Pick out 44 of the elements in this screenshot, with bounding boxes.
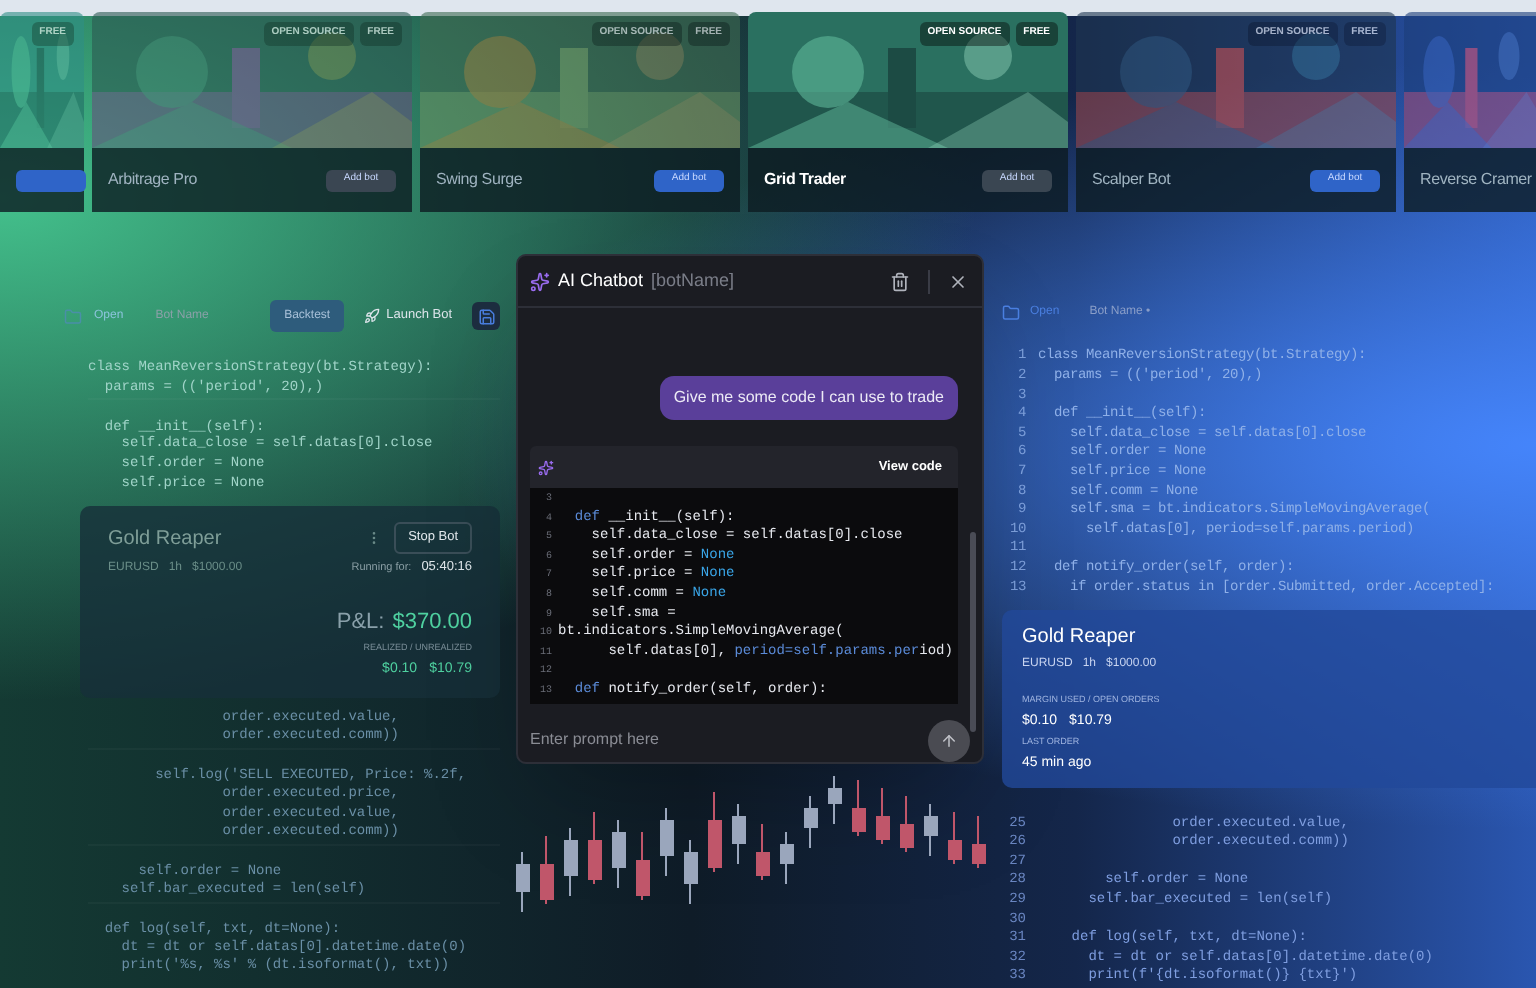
rocket-icon bbox=[364, 308, 381, 324]
candle bbox=[588, 811, 602, 885]
chatbot-title: AI Chatbot bbox=[558, 267, 644, 294]
candle bbox=[756, 823, 770, 881]
candle bbox=[564, 827, 578, 897]
candle bbox=[852, 779, 866, 837]
card-title: Grid Trader bbox=[764, 168, 846, 192]
delete-button[interactable] bbox=[888, 269, 912, 293]
candle bbox=[660, 807, 674, 877]
pnl-value: $370.00 bbox=[392, 607, 472, 638]
pnl-label: P&L: bbox=[336, 607, 385, 638]
card-title: Swing Surge bbox=[436, 168, 523, 192]
candle bbox=[804, 795, 818, 849]
candle bbox=[732, 803, 746, 865]
candle bbox=[516, 851, 530, 913]
candle bbox=[972, 815, 986, 869]
trash-icon bbox=[890, 271, 910, 291]
bot-title: Gold Reaper bbox=[108, 525, 222, 554]
candle bbox=[948, 811, 962, 865]
bot-name-label: [botName] bbox=[651, 267, 735, 294]
card-title: Arbitrage Pro bbox=[108, 168, 198, 192]
folder-icon bbox=[64, 307, 82, 325]
candle bbox=[876, 787, 890, 845]
card-title: Reverse Cramer bbox=[1420, 168, 1532, 192]
sparkle-icon bbox=[530, 271, 550, 291]
candle bbox=[684, 839, 698, 905]
candle bbox=[540, 835, 554, 905]
card-title: Scalper Bot bbox=[1092, 168, 1171, 192]
sparkle-icon bbox=[538, 459, 554, 475]
close-icon bbox=[948, 271, 968, 291]
candle bbox=[900, 795, 914, 853]
send-button[interactable] bbox=[928, 719, 970, 761]
arrow-up-icon bbox=[940, 731, 958, 749]
candle bbox=[924, 803, 938, 857]
candle bbox=[636, 831, 650, 901]
save-button[interactable] bbox=[472, 302, 500, 330]
prompt-input[interactable]: Enter prompt here bbox=[530, 728, 928, 752]
candle bbox=[612, 819, 626, 889]
candle bbox=[708, 791, 722, 873]
candle bbox=[780, 831, 794, 885]
bot-title: Gold Reaper bbox=[1022, 624, 1138, 653]
user-message: Give me some code I can use to trade bbox=[659, 376, 958, 420]
candle bbox=[828, 775, 842, 825]
folder-icon bbox=[1002, 303, 1020, 322]
